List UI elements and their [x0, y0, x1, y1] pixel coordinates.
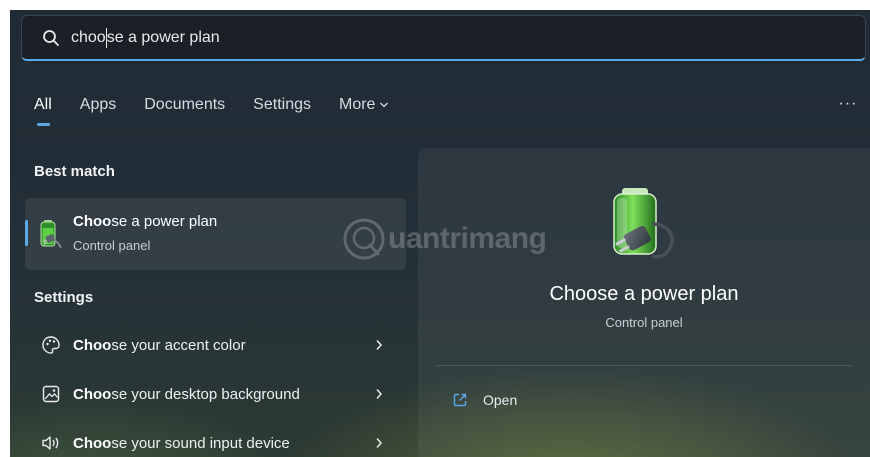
speaker-icon	[39, 431, 63, 455]
chevron-down-icon	[379, 101, 389, 109]
result-title: Choose a power plan	[73, 213, 217, 230]
detail-subtitle: Control panel	[605, 315, 683, 330]
setting-sound-input[interactable]: Choose your sound input device	[25, 421, 406, 457]
chevron-right-icon	[371, 335, 387, 355]
open-button[interactable]: Open	[450, 388, 517, 412]
filter-tabs: All Apps Documents Settings More	[34, 96, 417, 126]
open-label: Open	[483, 392, 518, 408]
result-detail-panel: Choose a power plan Control panel Open	[418, 148, 870, 457]
ellipsis-icon: ···	[838, 95, 858, 112]
setting-label-match: Choo	[73, 336, 112, 354]
tab-apps[interactable]: Apps	[80, 96, 116, 114]
tab-more[interactable]: More	[339, 96, 389, 114]
palette-icon	[39, 333, 63, 357]
chevron-right-icon	[371, 384, 387, 404]
tab-label: All	[34, 96, 52, 113]
tab-documents[interactable]: Documents	[144, 96, 225, 114]
tab-label: Documents	[144, 96, 226, 113]
result-subtitle: Control panel	[73, 238, 151, 253]
search-query-after-caret: se a power plan	[106, 28, 220, 46]
tab-label: Apps	[79, 96, 117, 113]
search-query-before-caret: choo	[71, 28, 106, 46]
chevron-right-icon	[371, 433, 387, 453]
setting-label: Choose your desktop background	[73, 386, 300, 403]
divider	[436, 365, 852, 366]
image-icon	[39, 382, 63, 406]
detail-title: Choose a power plan	[549, 283, 739, 305]
setting-accent-color[interactable]: Choose your accent color	[25, 323, 406, 367]
setting-label-rest: se your accent color	[111, 336, 246, 354]
best-match-result[interactable]: Choose a power plan Control panel	[25, 198, 406, 270]
setting-label-match: Choo	[73, 385, 112, 403]
open-external-icon	[450, 390, 470, 410]
selection-indicator	[25, 220, 28, 246]
tab-all[interactable]: All	[34, 96, 52, 126]
settings-heading: Settings	[34, 289, 94, 306]
best-match-heading: Best match	[34, 163, 115, 180]
search-icon	[37, 24, 65, 52]
battery-plug-icon	[37, 218, 63, 250]
setting-label: Choose your sound input device	[73, 435, 290, 452]
more-options-button[interactable]: ···	[836, 94, 860, 114]
search-window: choo se a power plan All Apps Documents S…	[10, 10, 870, 457]
search-input[interactable]: choo se a power plan	[71, 27, 220, 48]
setting-label-rest: se your sound input device	[111, 434, 290, 452]
search-bar[interactable]: choo se a power plan	[21, 15, 866, 61]
setting-label-rest: se your desktop background	[111, 385, 300, 403]
tab-settings[interactable]: Settings	[253, 96, 311, 114]
tab-label: More	[338, 96, 376, 113]
tab-label: Settings	[253, 96, 311, 113]
setting-label-match: Choo	[73, 434, 112, 452]
result-title-match: Choo	[73, 213, 112, 230]
setting-desktop-background[interactable]: Choose your desktop background	[25, 372, 406, 416]
battery-plug-icon	[606, 184, 686, 268]
setting-label: Choose your accent color	[73, 337, 246, 354]
result-title-rest: se a power plan	[111, 213, 218, 230]
